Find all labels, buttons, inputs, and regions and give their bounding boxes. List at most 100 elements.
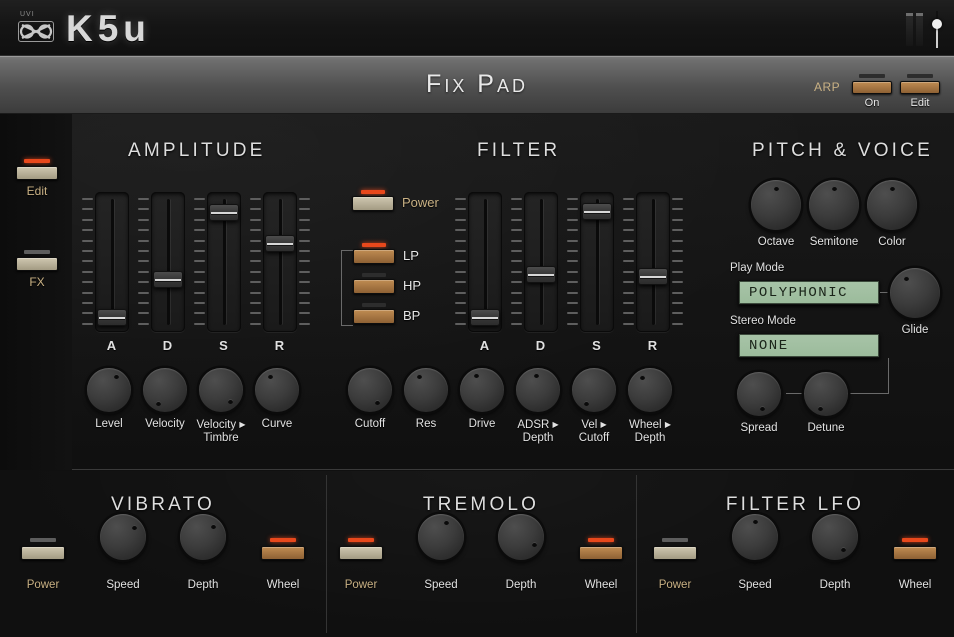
control-label: Speed xyxy=(722,579,788,591)
glide-label: Glide xyxy=(879,324,951,337)
amplitude-slider-d[interactable] xyxy=(151,192,185,332)
filter-slider-d[interactable] xyxy=(524,192,558,332)
filter-slider-label-a: A xyxy=(468,338,502,353)
amplitude-knob-curve[interactable]: Curve xyxy=(241,368,313,431)
knob-body[interactable] xyxy=(812,514,858,560)
knob-body[interactable] xyxy=(751,180,801,230)
play-mode-display[interactable]: POLYPHONIC xyxy=(738,280,880,305)
preset-name[interactable]: Fix Pad xyxy=(0,70,954,99)
glide-knob[interactable]: Glide xyxy=(879,268,951,337)
arp-on-button[interactable]: On xyxy=(852,74,892,109)
filter-slider-s[interactable] xyxy=(580,192,614,332)
rail-item-edit[interactable]: Edit xyxy=(16,159,58,198)
detune-knob-body[interactable] xyxy=(804,372,848,416)
knob-body[interactable] xyxy=(255,368,299,412)
amplitude-slider-s[interactable] xyxy=(207,192,241,332)
spread-knob[interactable]: Spread xyxy=(723,372,795,435)
tremolo-power-button[interactable] xyxy=(328,528,394,560)
knob-body[interactable] xyxy=(404,368,448,412)
master-volume-slider[interactable] xyxy=(932,11,942,48)
rail-item-fx[interactable]: FX xyxy=(16,250,58,289)
tremolo-wheel-face[interactable] xyxy=(579,546,623,560)
filter-slider-a[interactable] xyxy=(468,192,502,332)
knob-body[interactable] xyxy=(199,368,243,412)
knob-indicator xyxy=(417,374,422,379)
master-volume-handle[interactable] xyxy=(932,19,942,29)
slider-handle[interactable] xyxy=(153,271,183,288)
knob-body[interactable] xyxy=(87,368,131,412)
knob-body[interactable] xyxy=(732,514,778,560)
control-label: Speed xyxy=(90,579,156,591)
filter-lfo-power-button[interactable] xyxy=(642,528,708,560)
knob-indicator xyxy=(114,374,119,379)
knob-body[interactable] xyxy=(348,368,392,412)
slider-handle[interactable] xyxy=(582,203,612,220)
knob-body[interactable] xyxy=(516,368,560,412)
vibrato-wheel-button[interactable] xyxy=(250,528,316,560)
amplitude-slider-r[interactable] xyxy=(263,192,297,332)
pitch-voice-knob-color[interactable]: Color xyxy=(856,180,928,249)
vibrato-wheel-led xyxy=(270,538,296,542)
filter-hp-face[interactable] xyxy=(353,279,395,294)
control-label: Depth xyxy=(170,579,236,591)
spread-knob-body[interactable] xyxy=(737,372,781,416)
filter-slider-r[interactable] xyxy=(636,192,670,332)
knob-body[interactable] xyxy=(418,514,464,560)
filter-mode-lp[interactable]: LP xyxy=(353,243,395,264)
filter-knob-wheel-depth[interactable]: Wheel ▶Depth xyxy=(614,368,686,445)
slider-handle[interactable] xyxy=(265,235,295,252)
amplitude-slider-label-s: S xyxy=(207,338,241,353)
glide-knob-body[interactable] xyxy=(890,268,940,318)
slider-handle[interactable] xyxy=(526,266,556,283)
edit-button-face[interactable] xyxy=(16,166,58,180)
vibrato-depth-knob[interactable] xyxy=(170,528,236,560)
fx-button-face[interactable] xyxy=(16,257,58,271)
filter-lfo-depth-knob[interactable] xyxy=(802,528,868,560)
knob-body[interactable] xyxy=(867,180,917,230)
filter-power-button[interactable]: Power xyxy=(352,190,394,211)
control-label: Wheel xyxy=(568,579,634,591)
stereo-mode-display[interactable]: NONE xyxy=(738,333,880,358)
vibrato-wheel-face[interactable] xyxy=(261,546,305,560)
knob-body[interactable] xyxy=(572,368,616,412)
filter-power-face[interactable] xyxy=(352,196,394,211)
tremolo-speed-knob[interactable] xyxy=(408,528,474,560)
detune-knob[interactable]: Detune xyxy=(790,372,862,435)
vibrato-speed-knob[interactable] xyxy=(90,528,156,560)
knob-label: Wheel ▶Depth xyxy=(614,418,686,445)
pitch-voice-section-title: PITCH & VOICE xyxy=(752,140,933,162)
knob-indicator xyxy=(474,373,479,378)
uvi-bowtie-icon xyxy=(18,21,54,42)
arp-edit-face[interactable] xyxy=(900,81,940,94)
filter-lfo-wheel-face[interactable] xyxy=(893,546,937,560)
arp-on-face[interactable] xyxy=(852,81,892,94)
tremolo-depth-knob[interactable] xyxy=(488,528,554,560)
tremolo-wheel-led xyxy=(588,538,614,542)
vibrato-power-button[interactable] xyxy=(10,528,76,560)
slider-handle[interactable] xyxy=(97,309,127,326)
knob-body[interactable] xyxy=(628,368,672,412)
knob-body[interactable] xyxy=(180,514,226,560)
knob-body[interactable] xyxy=(100,514,146,560)
tremolo-wheel-button[interactable] xyxy=(568,528,634,560)
vibrato-power-face[interactable] xyxy=(21,546,65,560)
arp-edit-button[interactable]: Edit xyxy=(900,74,940,109)
knob-indicator xyxy=(832,186,837,191)
knob-body[interactable] xyxy=(809,180,859,230)
slider-handle[interactable] xyxy=(638,268,668,285)
filter-lfo-speed-knob[interactable] xyxy=(722,528,788,560)
filter-lp-face[interactable] xyxy=(353,249,395,264)
filter-lfo-power-face[interactable] xyxy=(653,546,697,560)
knob-body[interactable] xyxy=(498,514,544,560)
filter-mode-hp[interactable]: HP xyxy=(353,273,395,294)
filter-mode-bp[interactable]: BP xyxy=(353,303,395,324)
knob-body[interactable] xyxy=(143,368,187,412)
knob-body[interactable] xyxy=(460,368,504,412)
slider-handle[interactable] xyxy=(209,204,239,221)
filter-lfo-wheel-button[interactable] xyxy=(882,528,948,560)
tremolo-power-face[interactable] xyxy=(339,546,383,560)
slider-handle[interactable] xyxy=(470,309,500,326)
detune-label: Detune xyxy=(790,422,862,435)
amplitude-slider-a[interactable] xyxy=(95,192,129,332)
filter-bp-face[interactable] xyxy=(353,309,395,324)
